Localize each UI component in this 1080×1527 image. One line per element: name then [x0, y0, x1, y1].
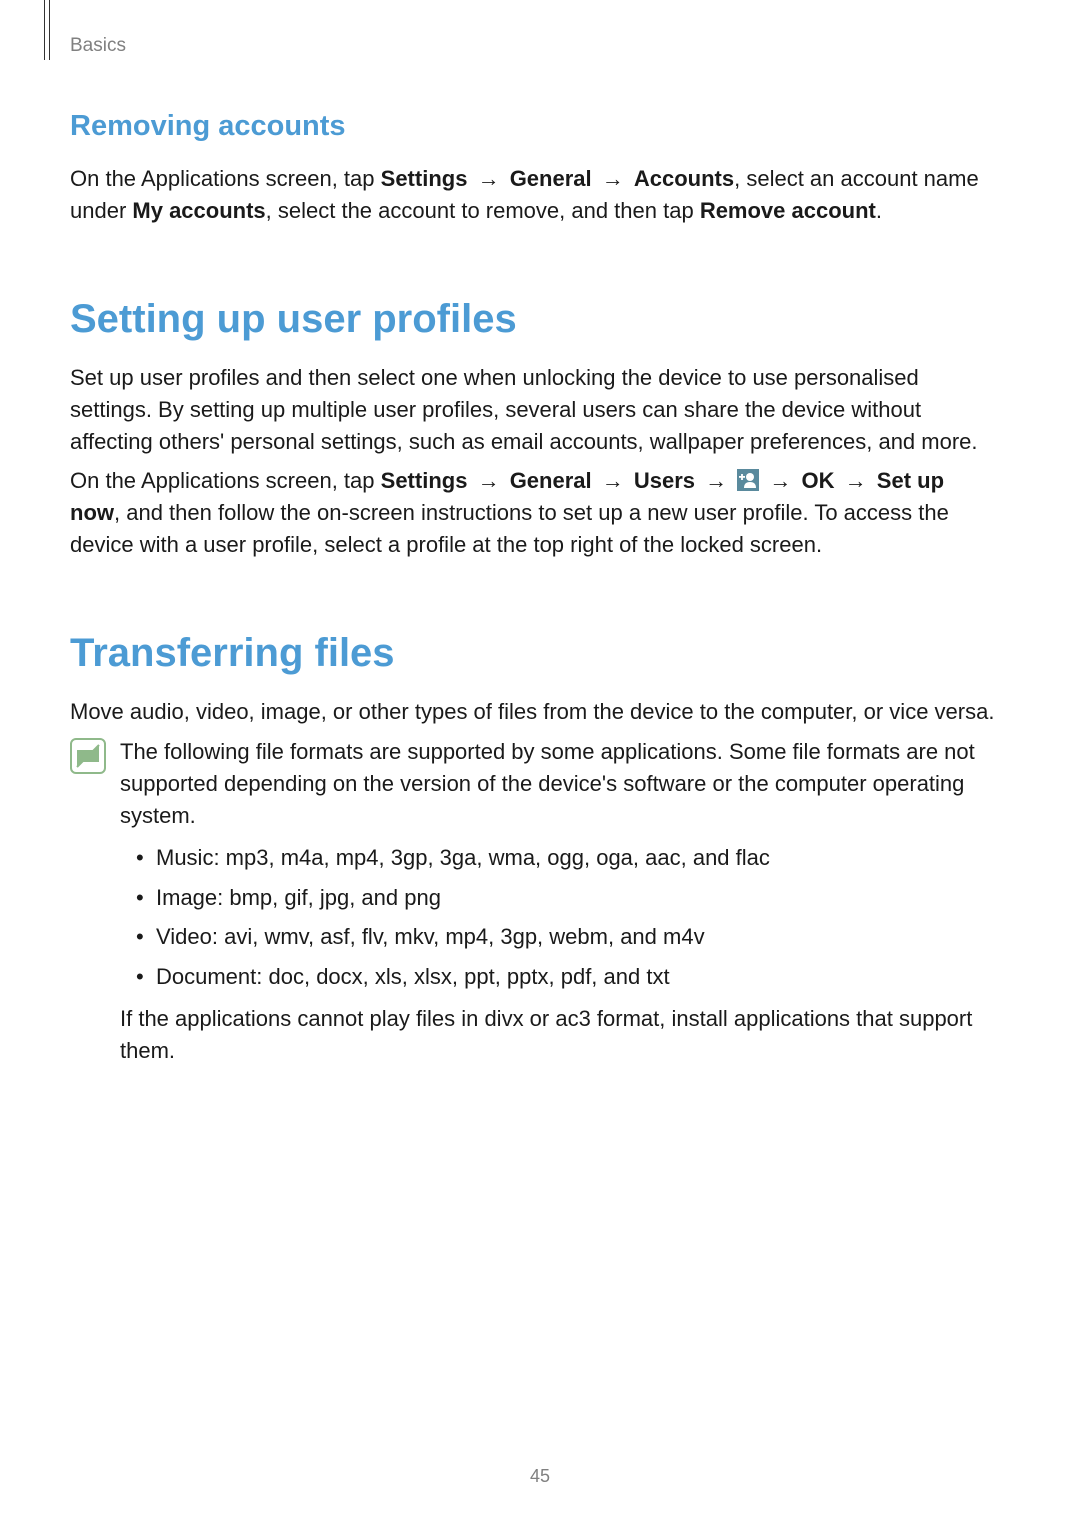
- bold-settings: Settings: [381, 468, 468, 493]
- para-note-outro: If the applications cannot play files in…: [120, 1003, 1000, 1067]
- arrow-icon: →: [474, 163, 504, 195]
- bold-my-accounts: My accounts: [132, 198, 265, 223]
- note-block: The following file formats are supported…: [70, 736, 1000, 1075]
- text-segment: , select the account to remove, and then…: [266, 198, 700, 223]
- arrow-icon: →: [765, 465, 795, 497]
- bold-settings: Settings: [381, 166, 468, 191]
- page-number: 45: [0, 1466, 1080, 1487]
- text-segment: , and then follow the on-screen instruct…: [70, 500, 949, 557]
- bold-ok: OK: [802, 468, 835, 493]
- text-segment: On the Applications screen, tap: [70, 166, 381, 191]
- arrow-icon: →: [598, 465, 628, 497]
- para-profiles-steps: On the Applications screen, tap Settings…: [70, 465, 1000, 561]
- text-segment: .: [876, 198, 882, 223]
- para-note-intro: The following file formats are supported…: [120, 736, 1000, 832]
- bold-general: General: [510, 166, 592, 191]
- arrow-icon: →: [598, 163, 628, 195]
- heading-removing-accounts: Removing accounts: [70, 110, 1000, 143]
- format-list: Music: mp3, m4a, mp4, 3gp, 3ga, wma, ogg…: [130, 842, 1000, 994]
- heading-transferring-files: Transferring files: [70, 631, 1000, 676]
- arrow-icon: →: [701, 465, 731, 497]
- heading-setting-up-user-profiles: Setting up user profiles: [70, 297, 1000, 342]
- bold-accounts: Accounts: [634, 166, 734, 191]
- bold-remove-account: Remove account: [700, 198, 876, 223]
- note-icon: [70, 738, 106, 774]
- para-removing-accounts: On the Applications screen, tap Settings…: [70, 163, 1000, 227]
- list-item: Video: avi, wmv, asf, flv, mkv, mp4, 3gp…: [130, 921, 1000, 953]
- para-profiles-intro: Set up user profiles and then select one…: [70, 362, 1000, 458]
- note-content: The following file formats are supported…: [120, 736, 1000, 1075]
- text-segment: On the Applications screen, tap: [70, 468, 381, 493]
- header-section-label: Basics: [70, 35, 126, 57]
- bold-users: Users: [634, 468, 695, 493]
- bold-general: General: [510, 468, 592, 493]
- arrow-icon: →: [841, 465, 871, 497]
- list-item: Image: bmp, gif, jpg, and png: [130, 882, 1000, 914]
- page-corner-tab: [44, 0, 50, 60]
- page-content: Removing accounts On the Applications sc…: [70, 110, 1000, 1075]
- add-user-icon: [737, 469, 759, 491]
- arrow-icon: →: [474, 465, 504, 497]
- para-transfer-intro: Move audio, video, image, or other types…: [70, 696, 1000, 728]
- list-item: Music: mp3, m4a, mp4, 3gp, 3ga, wma, ogg…: [130, 842, 1000, 874]
- list-item: Document: doc, docx, xls, xlsx, ppt, ppt…: [130, 961, 1000, 993]
